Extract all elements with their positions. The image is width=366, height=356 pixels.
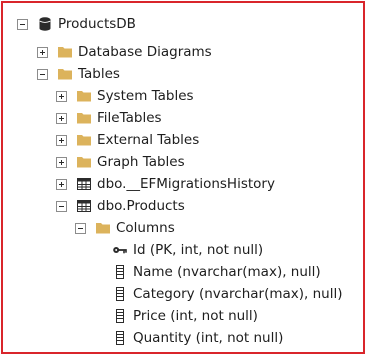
tree-node-column-price[interactable]: Price (int, not null) (112, 305, 258, 327)
tree-node-label: Columns (116, 220, 175, 236)
expand-toggle[interactable] (56, 156, 67, 168)
column-icon (112, 264, 128, 280)
tree-node-label: Quantity (int, not null) (133, 330, 284, 346)
collapse-toggle[interactable] (37, 68, 48, 80)
tree-node-label: System Tables (97, 88, 194, 104)
collapse-toggle[interactable] (56, 200, 67, 212)
tree-node-column-category[interactable]: Category (nvarchar(max), null) (112, 283, 343, 305)
tree-node-label: Price (int, not null) (133, 308, 258, 324)
tree-node-label: External Tables (97, 132, 200, 148)
tree-node-external-tables[interactable]: External Tables (56, 129, 199, 151)
tree-node-label: dbo.Products (97, 198, 185, 214)
tree-node-ef-migrations-history[interactable]: dbo.__EFMigrationsHistory (56, 173, 275, 195)
tree-node-columns[interactable]: Columns (75, 217, 175, 239)
column-icon (112, 308, 128, 324)
folder-icon (57, 66, 73, 82)
tree-node-label: Category (nvarchar(max), null) (133, 286, 343, 302)
tree-node-database-diagrams[interactable]: Database Diagrams (37, 41, 212, 63)
table-icon (76, 176, 92, 192)
column-icon (112, 286, 128, 302)
folder-icon (76, 132, 92, 148)
collapse-toggle[interactable] (75, 222, 86, 234)
tree-node-label: dbo.__EFMigrationsHistory (97, 176, 275, 192)
expand-toggle[interactable] (37, 46, 48, 58)
object-explorer-panel: ProductsDB Database Diagrams Tables Syst… (1, 1, 365, 354)
tree-node-label: Name (nvarchar(max), null) (133, 264, 321, 280)
tree-node-productsdb[interactable]: ProductsDB (17, 13, 136, 35)
tree-node-system-tables[interactable]: System Tables (56, 85, 194, 107)
tree-node-column-name[interactable]: Name (nvarchar(max), null) (112, 261, 321, 283)
database-icon (37, 16, 53, 32)
tree-node-dbo-products[interactable]: dbo.Products (56, 195, 185, 217)
expand-toggle[interactable] (56, 134, 67, 146)
column-icon (112, 330, 128, 346)
folder-icon (95, 220, 111, 236)
expand-toggle[interactable] (56, 90, 67, 102)
folder-icon (76, 88, 92, 104)
tree-node-filetables[interactable]: FileTables (56, 107, 162, 129)
expand-toggle[interactable] (56, 178, 67, 190)
folder-icon (76, 110, 92, 126)
tree-node-label: ProductsDB (58, 16, 136, 32)
collapse-toggle[interactable] (17, 18, 28, 30)
tree-node-column-id[interactable]: Id (PK, int, not null) (112, 239, 263, 261)
expand-toggle[interactable] (56, 112, 67, 124)
tree-node-column-quantity[interactable]: Quantity (int, not null) (112, 327, 283, 349)
tree-node-label: Graph Tables (97, 154, 185, 170)
folder-icon (76, 154, 92, 170)
table-icon (76, 198, 92, 214)
primary-key-icon (112, 242, 128, 258)
tree-node-label: Tables (78, 66, 120, 82)
folder-icon (57, 44, 73, 60)
tree-node-label: Id (PK, int, not null) (133, 242, 264, 258)
tree-node-graph-tables[interactable]: Graph Tables (56, 151, 185, 173)
tree-node-label: Database Diagrams (78, 44, 212, 60)
tree-node-tables[interactable]: Tables (37, 63, 120, 85)
tree-node-label: FileTables (97, 110, 162, 126)
